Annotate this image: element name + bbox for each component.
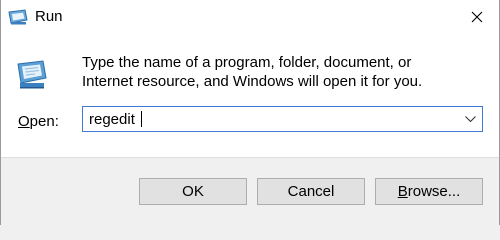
run-dialog: Run Type the name of a program, folder, …	[0, 0, 500, 226]
button-bar: OK Cancel Browse...	[1, 157, 499, 226]
cancel-button[interactable]: Cancel	[257, 178, 365, 205]
open-label-mnemonic: O	[18, 113, 30, 130]
run-program-icon	[13, 56, 49, 92]
chevron-down-icon	[464, 115, 476, 122]
close-button[interactable]	[455, 0, 499, 34]
dialog-body: Type the name of a program, folder, docu…	[1, 34, 499, 157]
ok-button[interactable]: OK	[139, 178, 247, 205]
browse-label: rowse...	[407, 183, 461, 200]
window-title: Run	[35, 8, 63, 25]
close-icon	[471, 11, 483, 23]
open-combobox[interactable]	[82, 106, 483, 132]
message-line-2: Internet resource, and Windows will open…	[82, 73, 423, 90]
text-caret	[141, 111, 142, 127]
dropdown-button[interactable]	[462, 111, 478, 127]
open-input[interactable]	[83, 107, 453, 131]
browse-mnemonic: B	[397, 183, 408, 200]
run-icon	[7, 8, 29, 26]
message-line-1: Type the name of a program, folder, docu…	[82, 54, 412, 71]
open-label: Open:	[18, 113, 59, 130]
browse-button[interactable]: Browse...	[375, 178, 483, 205]
dialog-message: Type the name of a program, folder, docu…	[82, 53, 482, 91]
open-label-text: pen:	[29, 113, 59, 130]
title-bar[interactable]: Run	[1, 0, 499, 34]
